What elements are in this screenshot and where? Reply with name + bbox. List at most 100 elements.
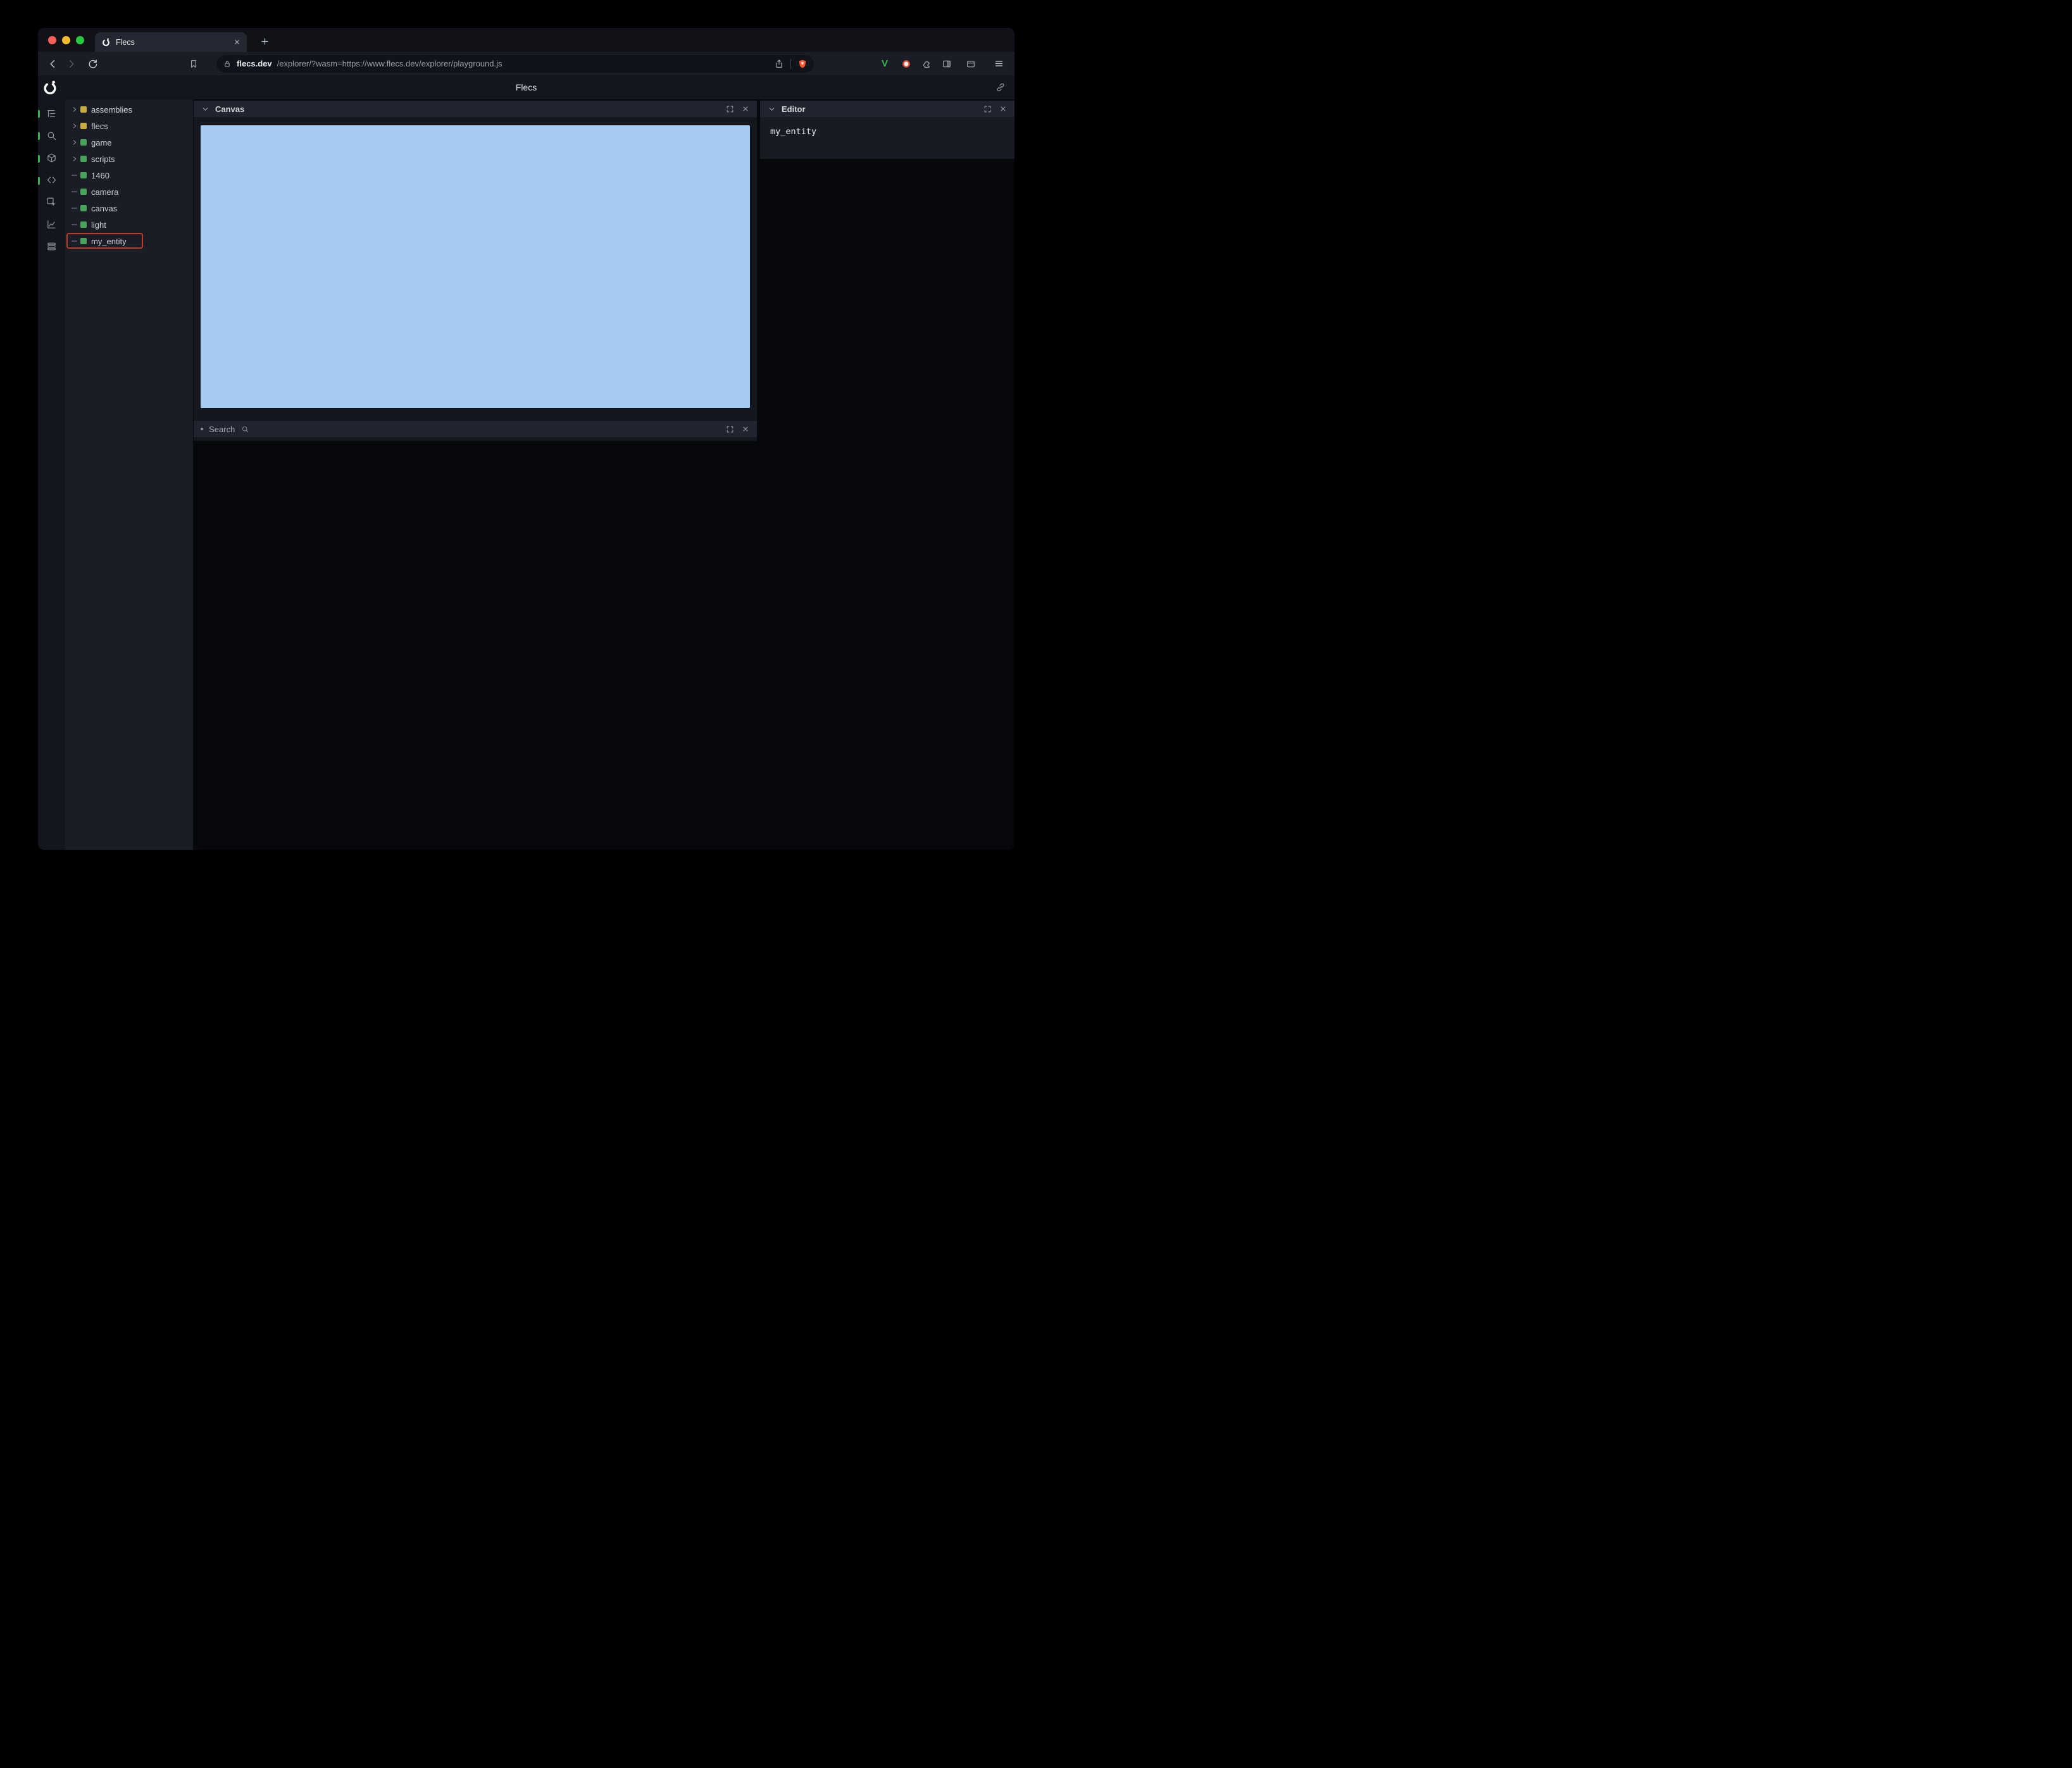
- entity-color-square: [80, 238, 87, 244]
- active-indicator: [38, 155, 40, 163]
- active-indicator: [38, 177, 40, 185]
- back-button[interactable]: [46, 56, 61, 72]
- traffic-lights: [48, 35, 84, 44]
- chart-icon[interactable]: [46, 219, 57, 230]
- extensions-puzzle-icon[interactable]: [919, 56, 934, 72]
- tree-item-label: light: [91, 220, 106, 230]
- close-icon[interactable]: [997, 103, 1009, 115]
- canvas-panel-title: Canvas: [215, 104, 245, 114]
- extension-v-icon[interactable]: V: [877, 56, 892, 72]
- editor-panel-header: Editor: [760, 101, 1014, 117]
- tree-item-canvas[interactable]: canvas: [65, 200, 193, 216]
- tab-strip: Flecs: [38, 28, 1014, 52]
- minimize-window-button[interactable]: [62, 35, 70, 44]
- lock-icon: [223, 59, 232, 68]
- bullet-dot-icon: [201, 428, 203, 430]
- canvas-panel: Canvas: [194, 101, 757, 421]
- tab-close-icon[interactable]: [234, 39, 240, 46]
- editor-panel-title: Editor: [782, 104, 806, 114]
- canvas-panel-header: Canvas: [194, 101, 757, 117]
- tree-item-assemblies[interactable]: assemblies: [65, 101, 193, 118]
- tree-item-1460[interactable]: 1460: [65, 167, 193, 184]
- window-panel-icon[interactable]: [963, 56, 978, 72]
- url-bar[interactable]: flecs.dev /explorer/?wasm=https://www.fl…: [216, 54, 814, 73]
- tree-item-my-entity[interactable]: my_entity: [65, 233, 193, 249]
- close-window-button[interactable]: [48, 35, 56, 44]
- tree-connector: [72, 208, 77, 209]
- close-icon[interactable]: [740, 423, 751, 435]
- search-icon[interactable]: [46, 130, 57, 141]
- fullscreen-icon[interactable]: [724, 423, 735, 435]
- entity-color-square: [80, 139, 87, 146]
- canvas-panel-body: [194, 117, 757, 421]
- tree-connector: [72, 175, 77, 176]
- browser-window: Flecs flecs.dev /explorer/?wasm=https://…: [38, 28, 1014, 850]
- entity-color-square: [80, 172, 87, 178]
- render-canvas[interactable]: [201, 125, 750, 408]
- tree-item-label: 1460: [91, 170, 109, 180]
- chevron-down-icon[interactable]: [199, 103, 211, 115]
- entity-color-square: [80, 221, 87, 228]
- search-panel: Search: [194, 421, 757, 441]
- left-icon-rail: [38, 99, 65, 850]
- app-title: Flecs: [515, 82, 537, 92]
- flecs-explorer-app: Flecs assemblies flecs game scripts 1460…: [38, 75, 1014, 850]
- editor-script-text: my_entity: [770, 127, 817, 137]
- chevron-down-icon[interactable]: [766, 103, 777, 115]
- tree-item-label: canvas: [91, 203, 118, 213]
- share-link-icon[interactable]: [993, 80, 1008, 95]
- search-panel-title: Search: [209, 424, 235, 434]
- editor-content[interactable]: my_entity: [760, 117, 1014, 159]
- chevron-right-icon[interactable]: [70, 139, 78, 146]
- entity-color-square: [80, 123, 87, 129]
- tree-item-flecs[interactable]: flecs: [65, 118, 193, 134]
- divider: [790, 58, 791, 69]
- tree-item-label: assemblies: [91, 104, 133, 115]
- extension-ring-icon[interactable]: [899, 56, 914, 72]
- tree-connector: [72, 191, 77, 192]
- menu-hamburger-icon[interactable]: [991, 56, 1006, 72]
- share-icon[interactable]: [774, 59, 784, 69]
- forward-button[interactable]: [63, 56, 78, 72]
- entity-color-square: [80, 205, 87, 211]
- entity-color-square: [80, 189, 87, 195]
- flecs-favicon: [101, 37, 111, 47]
- reload-button[interactable]: [85, 56, 100, 72]
- bookmark-icon[interactable]: [186, 56, 201, 72]
- fullscreen-icon[interactable]: [982, 103, 993, 115]
- search-icon[interactable]: [239, 423, 251, 435]
- browser-tab[interactable]: Flecs: [95, 32, 247, 52]
- tree-item-camera[interactable]: camera: [65, 184, 193, 200]
- entity-tree-panel: assemblies flecs game scripts 1460 camer…: [65, 99, 193, 850]
- table-rows-icon[interactable]: [46, 241, 57, 252]
- tree-item-label: scripts: [91, 154, 115, 164]
- browser-toolbar: flecs.dev /explorer/?wasm=https://www.fl…: [38, 52, 1014, 75]
- url-path: /explorer/?wasm=https://www.flecs.dev/ex…: [277, 59, 502, 68]
- search-panel-body: [194, 437, 757, 441]
- chevron-right-icon[interactable]: [70, 123, 78, 129]
- brave-shields-icon[interactable]: [797, 59, 808, 69]
- chevron-right-icon[interactable]: [70, 156, 78, 162]
- inspect-icon[interactable]: [46, 197, 57, 208]
- cube-icon[interactable]: [46, 153, 57, 163]
- tree-item-game[interactable]: game: [65, 134, 193, 151]
- app-body: assemblies flecs game scripts 1460 camer…: [38, 99, 1014, 850]
- tree-connector: [72, 224, 77, 225]
- hierarchy-icon[interactable]: [46, 108, 57, 119]
- search-panel-header: Search: [194, 421, 757, 437]
- tree-item-label: camera: [91, 187, 119, 197]
- code-icon[interactable]: [46, 175, 57, 185]
- sidebar-toggle-icon[interactable]: [939, 56, 954, 72]
- editor-panel: Editor my_entity: [760, 101, 1014, 159]
- close-icon[interactable]: [740, 103, 751, 115]
- zoom-window-button[interactable]: [76, 35, 84, 44]
- fullscreen-icon[interactable]: [724, 103, 735, 115]
- entity-color-square: [80, 156, 87, 162]
- tree-item-scripts[interactable]: scripts: [65, 151, 193, 167]
- tree-item-label: flecs: [91, 121, 108, 131]
- active-indicator: [38, 110, 40, 118]
- chevron-right-icon[interactable]: [70, 106, 78, 113]
- tree-item-light[interactable]: light: [65, 216, 193, 233]
- new-tab-button[interactable]: [256, 32, 273, 50]
- tree-connector: [72, 240, 77, 242]
